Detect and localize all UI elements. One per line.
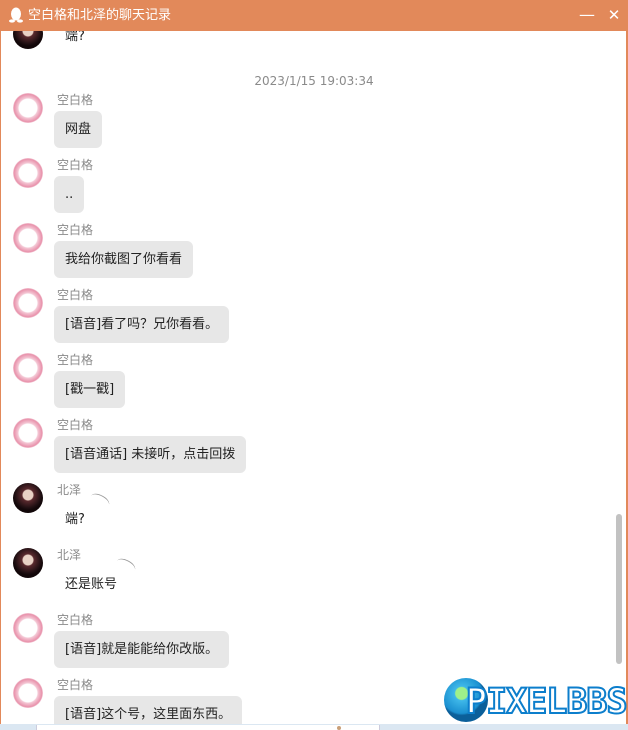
avatar[interactable]	[13, 678, 43, 708]
minimize-button[interactable]: —	[574, 4, 600, 26]
message-bubble[interactable]: [戳一戳]	[54, 371, 126, 408]
sender-name: 空白格	[57, 353, 94, 367]
close-button[interactable]: ✕	[601, 4, 627, 26]
avatar[interactable]	[13, 288, 43, 318]
avatar[interactable]	[13, 548, 43, 578]
sender-name: 北泽	[57, 548, 82, 562]
avatar[interactable]	[13, 93, 43, 123]
avatar[interactable]	[13, 483, 43, 513]
avatar[interactable]	[13, 223, 43, 253]
sender-name: 空白格	[57, 418, 94, 432]
message-bubble[interactable]: 我给你截图了你看看	[54, 241, 194, 278]
message-text[interactable]: 还是账号	[54, 566, 128, 603]
message-bubble[interactable]: ..	[54, 176, 85, 213]
watermark-text: PIXELBBS	[465, 681, 628, 723]
window-title: 空白格和北泽的聊天记录	[28, 8, 172, 23]
message-bubble[interactable]: 网盘	[54, 111, 103, 148]
sender-name: 空白格	[57, 223, 94, 237]
avatar[interactable]	[13, 158, 43, 188]
message-text[interactable]: 端?	[54, 501, 96, 538]
message-bubble[interactable]: [语音]这个号，这里面东西。	[54, 696, 243, 724]
message-bubble[interactable]: [语音]看了吗？兄你看看。	[54, 306, 230, 343]
sender-name: 空白格	[57, 678, 94, 692]
message-bubble[interactable]: [语音通话] 未接听，点击回拨	[54, 436, 247, 473]
sender-name: 空白格	[57, 613, 94, 627]
sender-name: 空白格	[57, 288, 94, 302]
bottom-tab-slot[interactable]	[36, 725, 380, 730]
sender-name: 北泽	[57, 483, 82, 497]
watermark: PIXELBBS	[444, 676, 628, 730]
sender-name: 空白格	[57, 158, 94, 172]
qq-penguin-icon	[9, 7, 23, 23]
title-bar: 空白格和北泽的聊天记录 — ✕	[0, 0, 628, 31]
avatar[interactable]	[13, 418, 43, 448]
message-timestamp: 2023/1/15 19:03:34	[254, 74, 374, 88]
sender-name: 空白格	[57, 93, 94, 107]
chat-history[interactable]: 端? 2023/1/15 19:03:34 空白格 网盘 空白格 .. 空白格 …	[0, 31, 628, 724]
message-text[interactable]: 端?	[54, 31, 96, 55]
scrollbar-thumb[interactable]	[616, 514, 622, 664]
avatar[interactable]	[13, 353, 43, 383]
message-bubble[interactable]: [语音]就是能能给你改版。	[54, 631, 230, 668]
bottom-indicator-icon	[337, 726, 341, 730]
avatar	[13, 31, 43, 49]
avatar[interactable]	[13, 613, 43, 643]
